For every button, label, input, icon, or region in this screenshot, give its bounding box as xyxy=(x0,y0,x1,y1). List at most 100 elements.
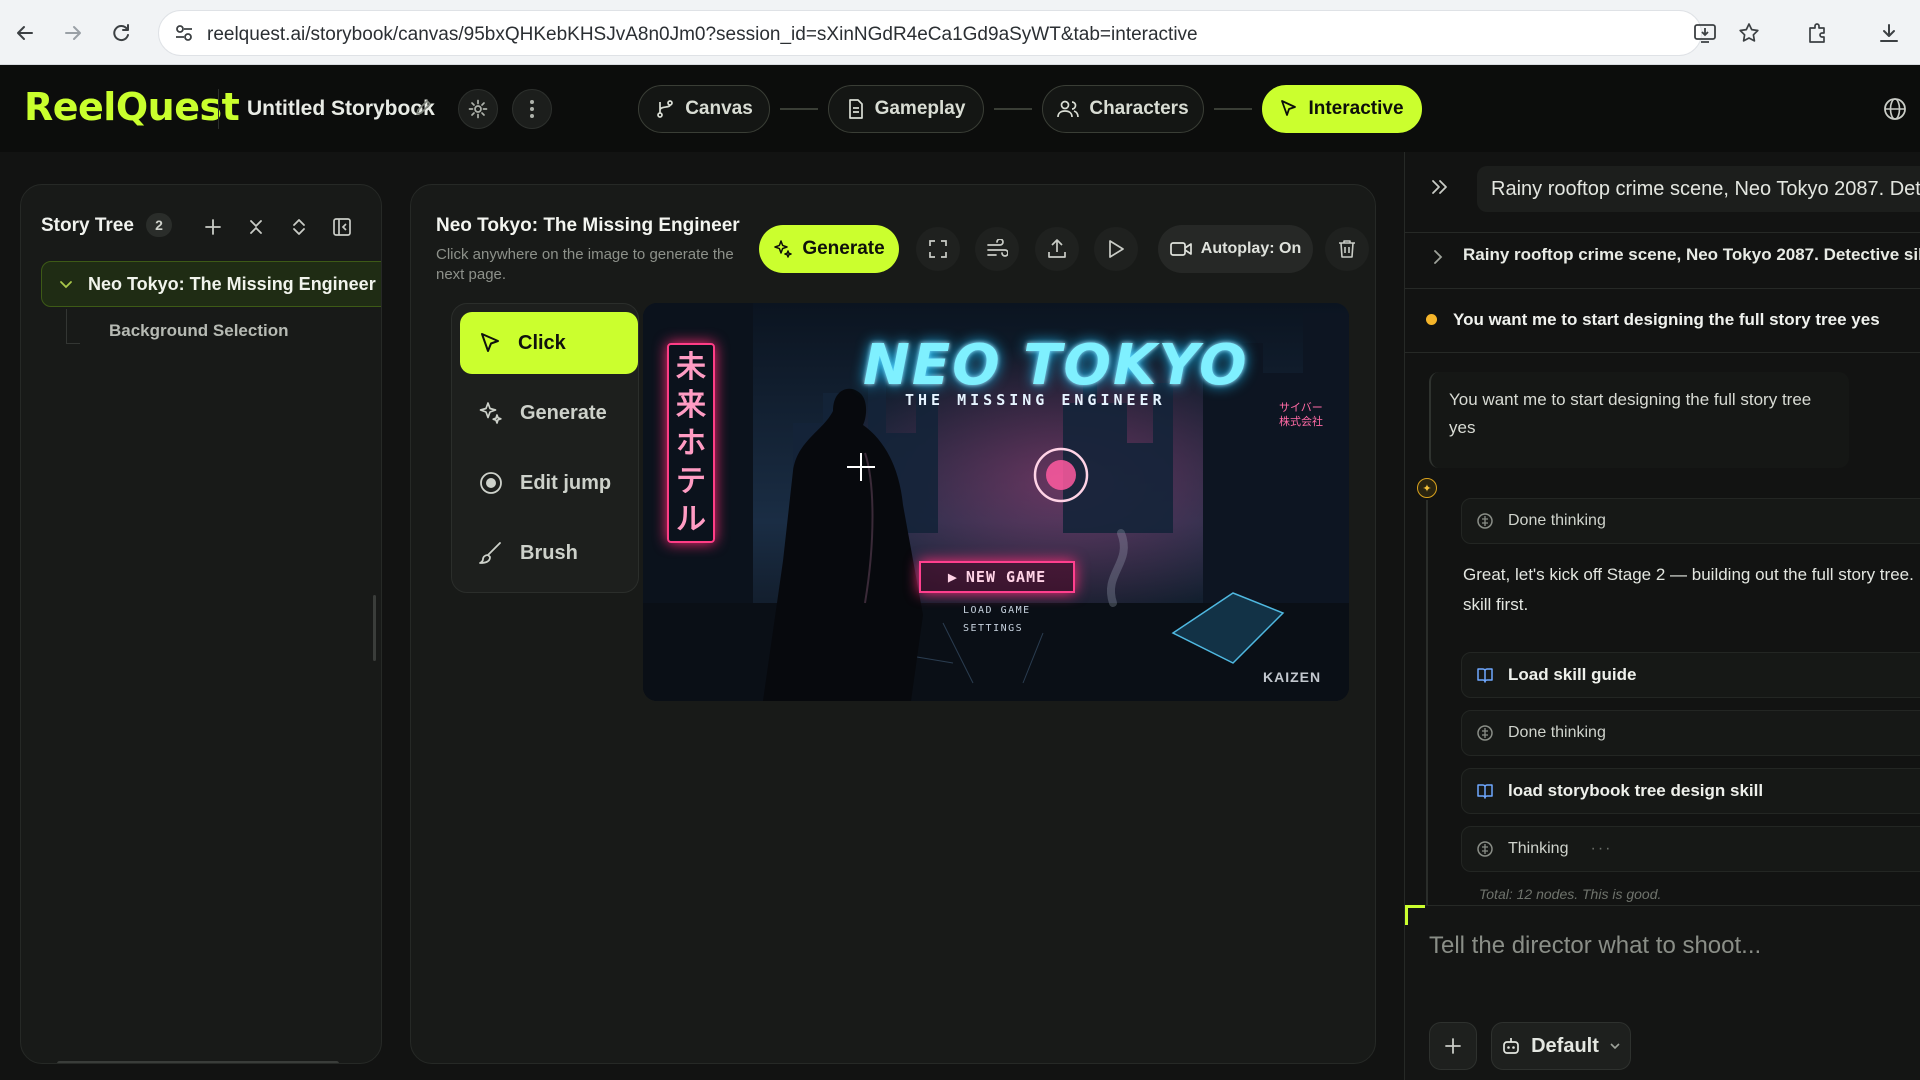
tree-node-background-selection[interactable]: Background Selection xyxy=(109,321,288,341)
expand-all-icon[interactable] xyxy=(287,215,311,239)
expand-icon xyxy=(929,240,947,258)
agent-message: Great, let's kick off Stage 2 — building… xyxy=(1463,565,1914,614)
edit-title-icon[interactable] xyxy=(414,97,434,122)
canvas-panel: Neo Tokyo: The Missing Engineer Click an… xyxy=(410,184,1376,1064)
thinking-step[interactable]: Done thinking xyxy=(1461,498,1920,544)
chevron-right-icon[interactable] xyxy=(1431,248,1445,271)
scrollbar-horizontal[interactable] xyxy=(57,1061,339,1063)
bookmark-star-icon[interactable] xyxy=(1732,16,1766,50)
model-select[interactable]: Default xyxy=(1491,1022,1631,1070)
brain-icon xyxy=(1477,513,1493,529)
collapse-all-icon[interactable] xyxy=(244,215,268,239)
forward-icon[interactable] xyxy=(56,16,90,50)
step-connector xyxy=(994,108,1032,110)
step-characters[interactable]: Characters xyxy=(1042,85,1204,133)
more-options-button[interactable] xyxy=(512,89,552,129)
play-icon xyxy=(1109,240,1124,258)
add-node-icon[interactable] xyxy=(201,215,225,239)
play-icon: ▶ xyxy=(947,568,958,586)
skill-step[interactable]: Load skill guide xyxy=(1461,652,1920,698)
downloads-icon[interactable] xyxy=(1872,16,1906,50)
user-message: You want me to start designing the full … xyxy=(1429,372,1849,468)
trash-icon xyxy=(1339,240,1355,258)
generate-button[interactable]: Generate xyxy=(759,225,899,273)
model-select-label: Default xyxy=(1531,1034,1599,1057)
mode-brush[interactable]: Brush xyxy=(460,522,638,584)
globe-icon[interactable] xyxy=(1882,96,1908,127)
back-icon[interactable] xyxy=(8,16,42,50)
chevron-down-icon[interactable] xyxy=(58,276,74,297)
export-button[interactable] xyxy=(1035,227,1079,271)
thinking-step-active[interactable]: Thinking ··· xyxy=(1461,826,1920,872)
mode-palette: Click Generate Edit jump Brush xyxy=(451,303,639,593)
page-title: Neo Tokyo: The Missing Engineer xyxy=(436,215,740,236)
mode-edit-jump[interactable]: Edit jump xyxy=(460,452,638,514)
game-subtitle: THE MISSING ENGINEER xyxy=(905,391,1166,409)
step-canvas[interactable]: Canvas xyxy=(638,85,770,133)
cursor-icon xyxy=(481,333,499,352)
attach-button[interactable] xyxy=(1429,1022,1477,1070)
streaming-preview: Total: 12 nodes. This is good. xyxy=(1479,886,1662,902)
settings-option[interactable]: SETTINGS xyxy=(963,623,1023,634)
skill-step[interactable]: load storybook tree design skill xyxy=(1461,768,1920,814)
scrollbar-vertical[interactable] xyxy=(373,595,376,661)
site-info-icon[interactable] xyxy=(173,22,195,49)
step-interactive-label: Interactive xyxy=(1308,98,1404,119)
new-game-label: NEW GAME xyxy=(965,568,1047,586)
install-app-icon[interactable] xyxy=(1688,16,1722,50)
loading-dots-icon: ··· xyxy=(1590,840,1613,857)
delete-button[interactable] xyxy=(1325,227,1369,271)
url-text[interactable]: reelquest.ai/storybook/canvas/95bxQHKebK… xyxy=(207,24,1198,46)
step-gameplay[interactable]: Gameplay xyxy=(828,85,984,133)
divider xyxy=(1405,232,1920,233)
browser-chrome: reelquest.ai/storybook/canvas/95bxQHKebK… xyxy=(0,0,1920,65)
autoplay-toggle[interactable]: Autoplay: On xyxy=(1158,225,1313,273)
wind-icon xyxy=(987,239,1008,257)
scene-prompt-field[interactable]: Rainy rooftop crime scene, Neo Tokyo 208… xyxy=(1477,166,1920,212)
thread-status: You want me to start designing the full … xyxy=(1453,310,1880,329)
autoplay-label: Autoplay: On xyxy=(1200,240,1302,257)
story-page-image[interactable]: 未来ホテル サイバー 株式会社 NEO TOKYO THE MISSING EN… xyxy=(643,303,1349,701)
address-bar[interactable]: reelquest.ai/storybook/canvas/95bxQHKebK… xyxy=(158,10,1702,56)
scene-breadcrumb[interactable]: Rainy rooftop crime scene, Neo Tokyo 208… xyxy=(1463,245,1920,265)
robot-icon xyxy=(1503,1038,1519,1054)
toggle-sidebar-icon[interactable] xyxy=(330,215,354,239)
load-game-option[interactable]: LOAD GAME xyxy=(963,605,1031,616)
extensions-icon[interactable] xyxy=(1800,16,1834,50)
logo[interactable]: ReelQuest xyxy=(24,85,240,129)
step-connector xyxy=(1214,108,1252,110)
play-button[interactable] xyxy=(1094,227,1138,271)
reload-icon[interactable] xyxy=(104,16,138,50)
thinking-step-label: Done thinking xyxy=(1508,512,1606,529)
composer-input[interactable]: Tell the director what to shoot... xyxy=(1429,932,1761,960)
divider xyxy=(1405,288,1920,289)
settings-button[interactable] xyxy=(458,89,498,129)
step-canvas-label: Canvas xyxy=(685,98,753,119)
collapse-panel-icon[interactable] xyxy=(1429,176,1451,203)
sparkle-icon xyxy=(479,402,502,424)
tree-guide-line xyxy=(66,309,67,343)
poster-text: サイバー 株式会社 xyxy=(1279,401,1323,428)
tree-node-root[interactable]: Neo Tokyo: The Missing Engineer 1 xyxy=(41,261,381,307)
mode-generate[interactable]: Generate xyxy=(460,382,638,444)
mode-edit-jump-label: Edit jump xyxy=(520,471,612,494)
skill-step-label: load storybook tree design skill xyxy=(1508,781,1764,800)
focus-corner-marker xyxy=(1405,905,1425,925)
step-gameplay-label: Gameplay xyxy=(874,98,966,119)
upload-icon xyxy=(1048,239,1066,258)
transition-button[interactable] xyxy=(975,227,1019,271)
status-indicator xyxy=(1426,314,1437,325)
mode-generate-label: Generate xyxy=(520,401,607,424)
sparkle-icon xyxy=(774,240,793,258)
game-title: NEO TOKYO xyxy=(863,333,1249,398)
fullscreen-button[interactable] xyxy=(916,227,960,271)
storybook-title[interactable]: Untitled Storybook xyxy=(247,97,435,121)
mode-click[interactable]: Click xyxy=(460,312,638,374)
thinking-step[interactable]: Done thinking xyxy=(1461,710,1920,756)
thinking-step-label: Thinking xyxy=(1508,840,1569,857)
step-interactive[interactable]: Interactive xyxy=(1262,85,1422,133)
book-icon xyxy=(1477,668,1493,683)
gear-icon xyxy=(468,99,488,119)
new-game-button[interactable]: ▶ NEW GAME xyxy=(919,561,1075,593)
tree-node-label: Neo Tokyo: The Missing Engineer xyxy=(88,274,376,294)
